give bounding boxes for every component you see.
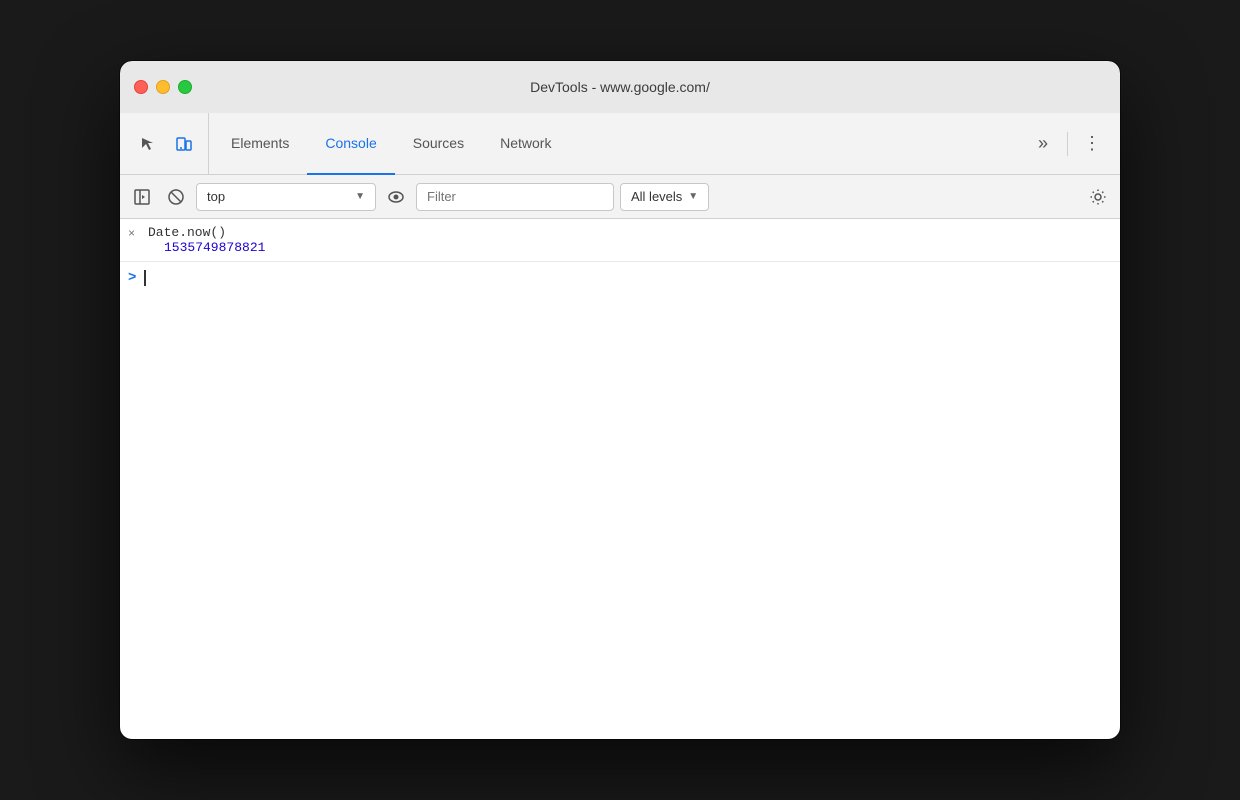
clear-console-button[interactable] [162,183,190,211]
devtools-window: DevTools - www.google.com/ Elements [120,61,1120,739]
divider [1067,132,1068,156]
devtools-menu-button[interactable]: ⋮ [1076,128,1108,160]
inspect-element-icon[interactable] [132,128,164,160]
title-bar: DevTools - www.google.com/ [120,61,1120,113]
filter-input-container [416,183,614,211]
show-console-sidebar-button[interactable] [128,183,156,211]
log-levels-selector[interactable]: All levels ▼ [620,183,709,211]
console-command: Date.now() [148,225,1112,240]
toolbar-icons [124,113,209,174]
console-cursor-line [144,270,146,286]
entry-error-icon: × [128,227,135,241]
console-settings-button[interactable] [1084,183,1112,211]
console-output-area: × Date.now() 1535749878821 > [120,219,1120,739]
tabs-right-controls: » ⋮ [1019,113,1116,174]
close-button[interactable] [134,80,148,94]
filter-input[interactable] [427,189,603,204]
traffic-lights [134,80,192,94]
console-prompt-icon: > [128,270,136,286]
context-selector[interactable]: top ▼ [196,183,376,211]
more-tabs-button[interactable]: » [1027,128,1059,160]
tab-sources[interactable]: Sources [395,113,482,175]
console-result: 1535749878821 [148,240,1112,255]
levels-arrow: ▼ [688,191,698,202]
minimize-button[interactable] [156,80,170,94]
console-entry: × Date.now() 1535749878821 [120,219,1120,262]
tab-elements[interactable]: Elements [213,113,307,175]
maximize-button[interactable] [178,80,192,94]
tab-network[interactable]: Network [482,113,569,175]
console-toolbar: top ▼ All levels ▼ [120,175,1120,219]
tabs-bar: Elements Console Sources Network » ⋮ [120,113,1120,175]
watch-expressions-icon[interactable] [382,183,410,211]
context-arrow: ▼ [355,191,365,202]
console-cursor [144,270,146,286]
tab-console[interactable]: Console [307,113,394,175]
device-toolbar-icon[interactable] [168,128,200,160]
console-input-row[interactable]: > [120,262,1120,294]
window-title: DevTools - www.google.com/ [530,79,710,95]
